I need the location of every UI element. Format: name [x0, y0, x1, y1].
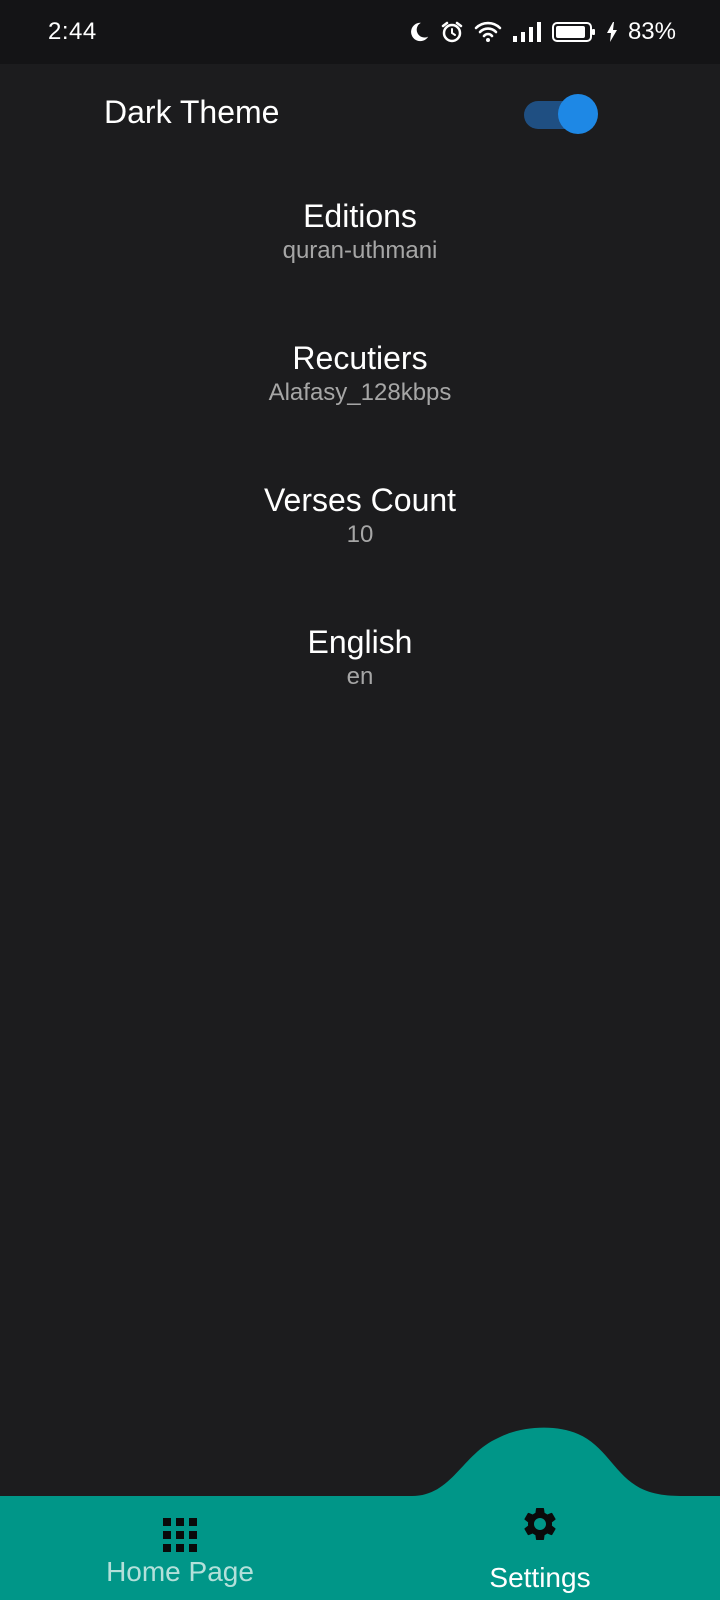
wifi-icon: [474, 21, 502, 42]
nav-settings[interactable]: Settings: [440, 1504, 640, 1594]
dark-theme-switch[interactable]: [524, 94, 598, 134]
status-bar: 2:44 83%: [0, 0, 720, 64]
nav-home-label: Home Page: [106, 1556, 254, 1587]
status-time: 2:44: [48, 18, 97, 45]
moon-icon: [411, 22, 429, 42]
grid-icon: [163, 1518, 197, 1552]
gear-icon: [524, 1508, 556, 1540]
setting-language[interactable]: English en: [0, 622, 720, 722]
setting-value: 10: [346, 521, 374, 548]
setting-value: Alafasy_128kbps: [268, 379, 452, 406]
settings-screen: 2:44 83% Dark Theme Editions quran-uthma…: [0, 0, 720, 1600]
signal-icon: [512, 22, 541, 42]
battery-percent: 83%: [627, 18, 676, 45]
status-icons: 83%: [408, 16, 676, 48]
nav-home-page[interactable]: Home Page: [80, 1518, 280, 1588]
setting-title: English: [307, 624, 413, 660]
setting-value: quran-uthmani: [282, 237, 438, 264]
setting-editions[interactable]: Editions quran-uthmani: [0, 196, 720, 296]
battery-icon: [551, 22, 595, 42]
charging-bolt-icon: [606, 22, 617, 42]
setting-value: en: [346, 663, 374, 690]
setting-title: Verses Count: [263, 482, 457, 518]
setting-verses-count[interactable]: Verses Count 10: [0, 480, 720, 580]
nav-settings-label: Settings: [489, 1562, 591, 1593]
setting-title: Editions: [303, 198, 417, 234]
bottom-navigation: Home Page Settings: [0, 1414, 720, 1600]
setting-reciters[interactable]: Recutiers Alafasy_128kbps: [0, 338, 720, 438]
setting-title: Recutiers: [292, 340, 428, 376]
dark-theme-row: Dark Theme: [0, 76, 720, 148]
alarm-icon: [441, 21, 463, 43]
dark-theme-label: Dark Theme: [104, 94, 280, 130]
switch-thumb: [558, 94, 598, 134]
